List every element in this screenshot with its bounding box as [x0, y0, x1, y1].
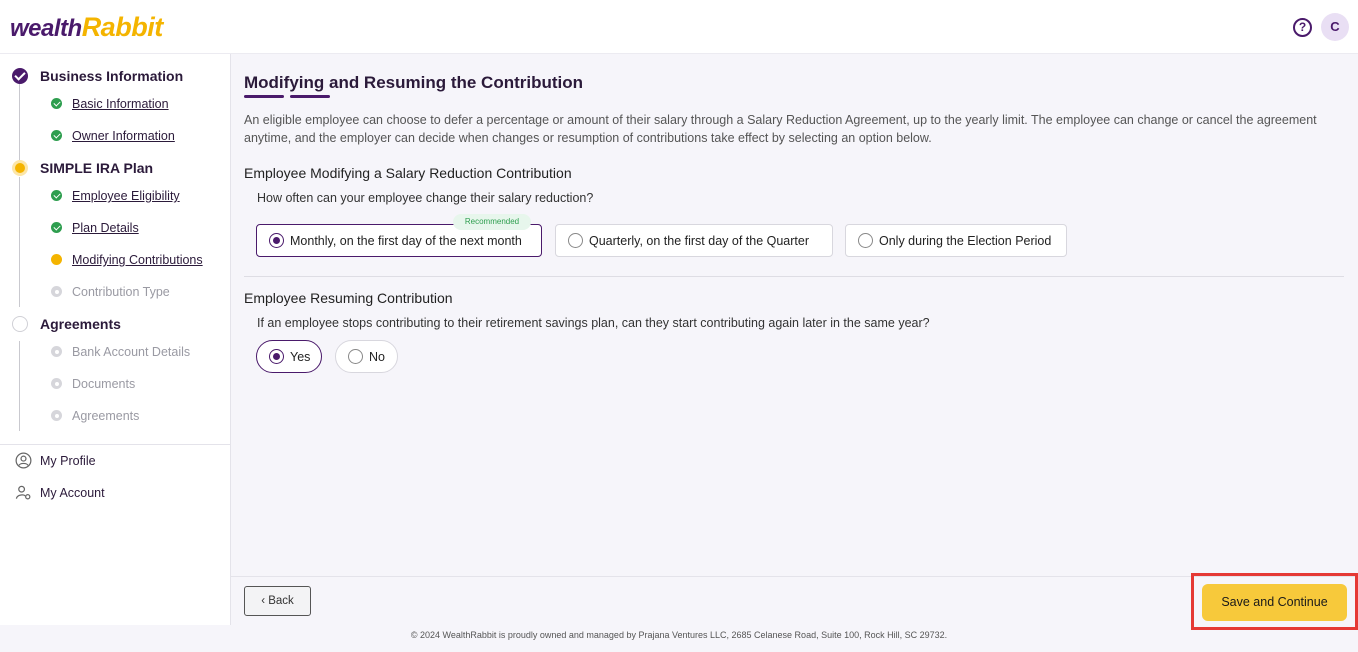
user-circle-icon	[15, 452, 32, 469]
sidebar-section-label: Agreements	[40, 316, 121, 332]
modify-question: How often can your employee change their…	[257, 191, 594, 205]
my-profile-link[interactable]: My Profile	[0, 450, 231, 472]
top-bar: wealthRabbit ? C	[0, 0, 1358, 54]
pending-step-icon	[12, 316, 28, 332]
option-label: Quarterly, on the first day of the Quart…	[589, 234, 810, 248]
sidebar-section-label: Business Information	[40, 68, 184, 84]
my-profile-label: My Profile	[40, 454, 96, 468]
pending-step-icon	[51, 410, 62, 421]
sidebar-item-label: Documents	[72, 377, 136, 391]
sidebar-item-label: Basic Information	[72, 97, 169, 111]
resume-section-heading: Employee Resuming Contribution	[244, 290, 453, 306]
radio-unselected	[348, 349, 363, 364]
check-icon	[51, 98, 62, 109]
sidebar-item-employee-eligibility[interactable]: Employee Eligibility	[0, 186, 231, 206]
intro-text: An eligible employee can choose to defer…	[244, 113, 1317, 145]
back-button-label: Back	[268, 595, 294, 607]
my-account-link[interactable]: My Account	[0, 482, 231, 504]
sidebar-item-label: Employee Eligibility	[72, 189, 180, 203]
help-icon[interactable]: ?	[1293, 18, 1312, 37]
pending-step-icon	[51, 286, 62, 297]
user-settings-icon	[15, 485, 31, 500]
sidebar-item-bank-account-details: Bank Account Details	[0, 342, 231, 362]
logo-text-wealth: wealth	[10, 15, 82, 42]
check-icon	[51, 190, 62, 201]
page-title: Modifying and Resuming the Contribution	[244, 73, 584, 92]
radio-selected	[269, 233, 284, 248]
option-label: Monthly, on the first day of the next mo…	[290, 234, 522, 248]
option-no[interactable]: No	[335, 340, 398, 373]
sidebar-item-label: Bank Account Details	[72, 345, 191, 359]
sidebar-section-business-information[interactable]: Business Information	[0, 64, 231, 88]
sidebar-item-label: Owner Information	[72, 129, 175, 143]
section-divider	[244, 276, 1344, 277]
check-icon	[51, 130, 62, 141]
sidebar-item-label: Agreements	[72, 409, 140, 423]
sidebar-item-documents: Documents	[0, 374, 231, 394]
action-bar: ‹ Back Save and Continue	[231, 573, 1358, 630]
sidebar-item-agreements: Agreements	[0, 406, 231, 426]
avatar[interactable]: C	[1321, 13, 1349, 41]
check-icon	[51, 222, 62, 233]
sidebar: Business Information Basic Information O…	[0, 54, 231, 625]
sidebar-divider	[0, 444, 231, 445]
current-step-icon	[51, 254, 62, 265]
option-yes[interactable]: Yes	[256, 340, 322, 373]
sidebar-item-contribution-type: Contribution Type	[0, 282, 231, 302]
check-circle-icon	[12, 68, 28, 84]
recommended-badge: Recommended	[453, 214, 531, 230]
sidebar-item-owner-information[interactable]: Owner Information	[0, 126, 231, 146]
radio-selected	[269, 349, 284, 364]
option-label: No	[369, 350, 385, 364]
sidebar-item-label: Modifying Contributions	[72, 253, 203, 267]
option-election-period[interactable]: Only during the Election Period	[845, 224, 1067, 257]
logo-text-rabbit: Rabbit	[81, 12, 164, 42]
title-underline	[244, 95, 284, 98]
sidebar-item-plan-details[interactable]: Plan Details	[0, 218, 231, 238]
resume-question: If an employee stops contributing to the…	[257, 316, 930, 330]
pending-step-icon	[51, 346, 62, 357]
title-underline	[290, 95, 330, 98]
radio-unselected	[858, 233, 873, 248]
sidebar-item-basic-information[interactable]: Basic Information	[0, 94, 231, 114]
radio-unselected	[568, 233, 583, 248]
save-and-continue-button[interactable]: Save and Continue	[1202, 584, 1347, 621]
option-quarterly[interactable]: Quarterly, on the first day of the Quart…	[555, 224, 833, 257]
sidebar-item-modifying-contributions[interactable]: Modifying Contributions	[0, 250, 231, 270]
sidebar-item-label: Contribution Type	[72, 285, 170, 299]
option-label: Yes	[290, 350, 311, 364]
modify-section-heading: Employee Modifying a Salary Reduction Co…	[244, 165, 572, 181]
option-label: Only during the Election Period	[879, 234, 1052, 248]
copyright-text: © 2024 WealthRabbit is proudly owned and…	[410, 630, 948, 640]
wealthrabbit-logo[interactable]: wealthRabbit	[10, 12, 163, 43]
sidebar-section-agreements[interactable]: Agreements	[0, 312, 231, 336]
back-button[interactable]: ‹ Back	[244, 586, 311, 616]
sidebar-section-label: SIMPLE IRA Plan	[40, 160, 154, 176]
active-step-icon	[12, 160, 28, 176]
my-account-label: My Account	[40, 486, 105, 500]
main-content: Modifying and Resuming the Contribution …	[231, 54, 1358, 576]
sidebar-item-label: Plan Details	[72, 221, 139, 235]
sidebar-section-simple-ira-plan[interactable]: SIMPLE IRA Plan	[0, 156, 231, 180]
pending-step-icon	[51, 378, 62, 389]
